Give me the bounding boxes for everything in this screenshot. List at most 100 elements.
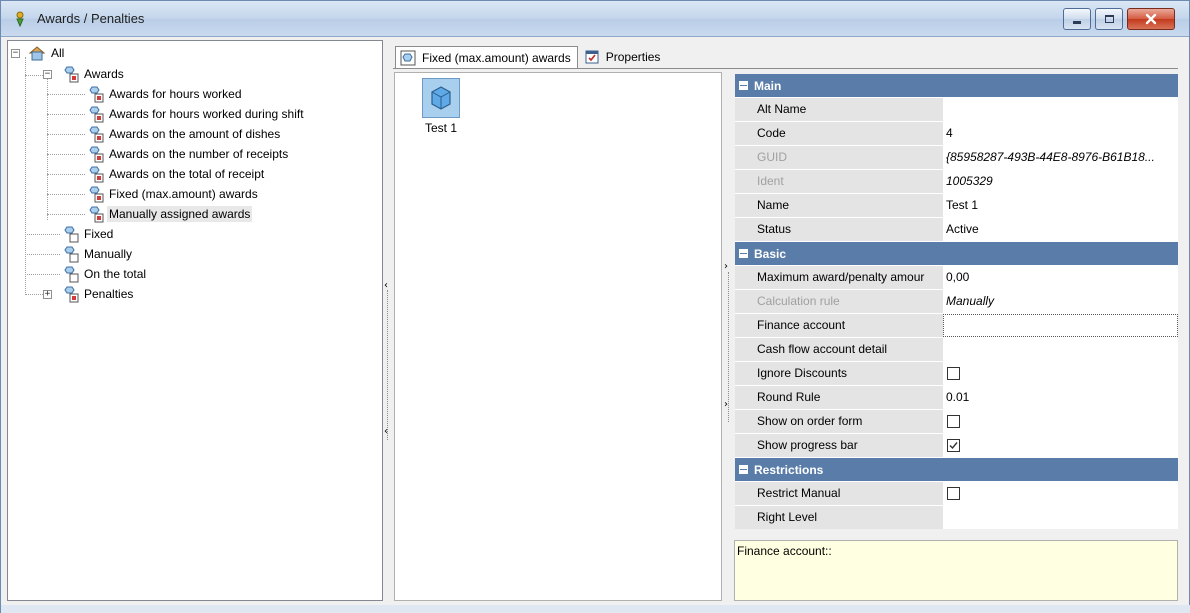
tree-node-label: Awards for hours worked: [109, 87, 242, 101]
tree-node-awards-dishes[interactable]: Awards on the amount of dishes: [86, 124, 282, 144]
tree-node-fixed-max-awards[interactable]: Fixed (max.amount) awards: [86, 184, 260, 204]
award-node-icon: [89, 126, 104, 143]
award-node-icon: [89, 106, 104, 123]
property-row[interactable]: Status Active: [735, 218, 1178, 241]
property-description: Finance account::: [734, 540, 1178, 601]
award-node-icon: [64, 286, 79, 303]
property-row[interactable]: Ident 1005329: [735, 170, 1178, 193]
checkmark-icon: [949, 442, 958, 450]
ignore-discounts-checkbox[interactable]: [947, 367, 960, 380]
tree-node-awards-hours-shift[interactable]: Awards for hours worked during shift: [86, 104, 306, 124]
tree-node-all[interactable]: All: [28, 43, 66, 63]
tree-node-awards-hours[interactable]: Awards for hours worked: [86, 84, 244, 104]
expand-right-arrow-icon[interactable]: ›: [724, 399, 728, 410]
collapse-icon[interactable]: [739, 249, 748, 258]
maximize-icon: [1104, 15, 1114, 23]
tab-properties[interactable]: Properties: [580, 46, 667, 68]
category-basic[interactable]: Basic: [735, 242, 1178, 265]
tree-node-label: Manually assigned awards: [107, 206, 253, 222]
award-icon: [16, 11, 24, 27]
tree-node-label: Awards on the total of receipt: [109, 167, 265, 181]
item-label: Test 1: [424, 121, 457, 135]
tree-node-label: Awards: [84, 67, 124, 81]
collapse-left-arrow-icon[interactable]: ‹: [384, 426, 388, 437]
right-splitter[interactable]: › ›: [724, 72, 732, 601]
close-button[interactable]: [1127, 8, 1175, 30]
minimize-button[interactable]: [1063, 8, 1091, 30]
tree-node-awards[interactable]: Awards: [61, 64, 126, 84]
property-row[interactable]: Show on order form: [735, 410, 1178, 433]
show-progress-bar-checkbox[interactable]: [947, 439, 960, 452]
restrict-manual-checkbox[interactable]: [947, 487, 960, 500]
expand-penalties-toggle[interactable]: +: [43, 290, 52, 299]
collapse-icon[interactable]: [739, 465, 748, 474]
tab-label: Properties: [605, 50, 661, 64]
tree-node-awards-receipts[interactable]: Awards on the number of receipts: [86, 144, 290, 164]
property-row[interactable]: Round Rule 0.01: [735, 386, 1178, 409]
window-bottom-edge: [1, 605, 1190, 613]
tree-node-label: Awards for hours worked during shift: [109, 107, 304, 121]
house-folder-icon: [28, 46, 46, 61]
award-node-icon: [64, 246, 79, 263]
collapse-left-arrow-icon[interactable]: ‹: [384, 280, 388, 291]
category-tree[interactable]: − All − Awards Awards for hours worked A…: [7, 40, 383, 601]
category-restrictions[interactable]: Restrictions: [735, 458, 1178, 481]
tree-node-label: Awards on the number of receipts: [109, 147, 289, 161]
property-row[interactable]: Cash flow account detail: [735, 338, 1178, 361]
property-row[interactable]: Maximum award/penalty amour 0,00: [735, 266, 1178, 289]
maximize-button[interactable]: [1095, 8, 1123, 30]
tree-node-label: Fixed (max.amount) awards: [109, 187, 258, 201]
award-node-icon: [89, 186, 104, 203]
tree-node-label: Awards on the amount of dishes: [109, 127, 281, 141]
expand-right-arrow-icon[interactable]: ›: [724, 261, 728, 272]
show-on-order-form-checkbox[interactable]: [947, 415, 960, 428]
property-row[interactable]: Alt Name: [735, 98, 1178, 121]
tree-node-label: Manually: [84, 247, 133, 261]
award-node-icon: [89, 166, 104, 183]
property-row[interactable]: Ignore Discounts: [735, 362, 1178, 385]
award-node-icon: [89, 146, 104, 163]
collapse-awards-toggle[interactable]: −: [43, 70, 52, 79]
award-node-icon: [64, 66, 79, 83]
tree-node-label: Penalties: [84, 287, 134, 301]
tree-node-label: On the total: [84, 267, 147, 281]
item-tile[interactable]: Test 1: [419, 78, 463, 135]
left-splitter[interactable]: ‹ ‹: [384, 40, 392, 601]
award-node-icon: [64, 226, 79, 243]
tab-bar: Fixed (max.amount) awards Properties: [395, 46, 668, 68]
property-row[interactable]: Code 4: [735, 122, 1178, 145]
tree-node-manually[interactable]: Manually: [61, 244, 134, 264]
property-row[interactable]: Restrict Manual: [735, 482, 1178, 505]
award-node-icon: [400, 50, 416, 65]
window-title: Awards / Penalties: [37, 11, 145, 26]
tree-node-awards-total-receipt[interactable]: Awards on the total of receipt: [86, 164, 266, 184]
tree-node-on-the-total[interactable]: On the total: [61, 264, 148, 284]
tab-label: Fixed (max.amount) awards: [422, 50, 571, 65]
properties-icon: [585, 50, 599, 64]
collapse-icon[interactable]: [739, 81, 748, 90]
tree-node-penalties[interactable]: Penalties: [61, 284, 135, 304]
property-row[interactable]: Calculation rule Manually: [735, 290, 1178, 313]
close-icon: [1145, 13, 1157, 25]
minimize-icon: [1073, 20, 1081, 24]
tab-fixed-max-awards[interactable]: Fixed (max.amount) awards: [395, 46, 578, 68]
tree-node-fixed[interactable]: Fixed: [61, 224, 115, 244]
tree-node-label: Fixed: [84, 227, 114, 241]
property-grid[interactable]: Main Alt Name Code 4 GUID {85958287-493B…: [735, 74, 1178, 529]
property-row[interactable]: Finance account: [735, 314, 1178, 337]
items-view[interactable]: Test 1: [394, 72, 722, 601]
property-row[interactable]: Show progress bar: [735, 434, 1178, 457]
app-window: Awards / Penalties − All − Awards Awards…: [0, 0, 1190, 613]
property-row[interactable]: Right Level: [735, 506, 1178, 529]
cube-icon: [431, 86, 451, 110]
title-bar: Awards / Penalties: [1, 1, 1189, 37]
award-node-icon: [89, 206, 104, 223]
tree-node-manually-assigned[interactable]: Manually assigned awards: [86, 204, 253, 224]
category-main[interactable]: Main: [735, 74, 1178, 97]
property-row[interactable]: GUID {85958287-493B-44E8-8976-B61B18...: [735, 146, 1178, 169]
tree-node-label: All: [51, 46, 65, 60]
collapse-all-toggle[interactable]: −: [11, 49, 20, 58]
finance-account-field[interactable]: [943, 314, 1178, 337]
award-node-icon: [89, 86, 104, 103]
property-row[interactable]: Name Test 1: [735, 194, 1178, 217]
